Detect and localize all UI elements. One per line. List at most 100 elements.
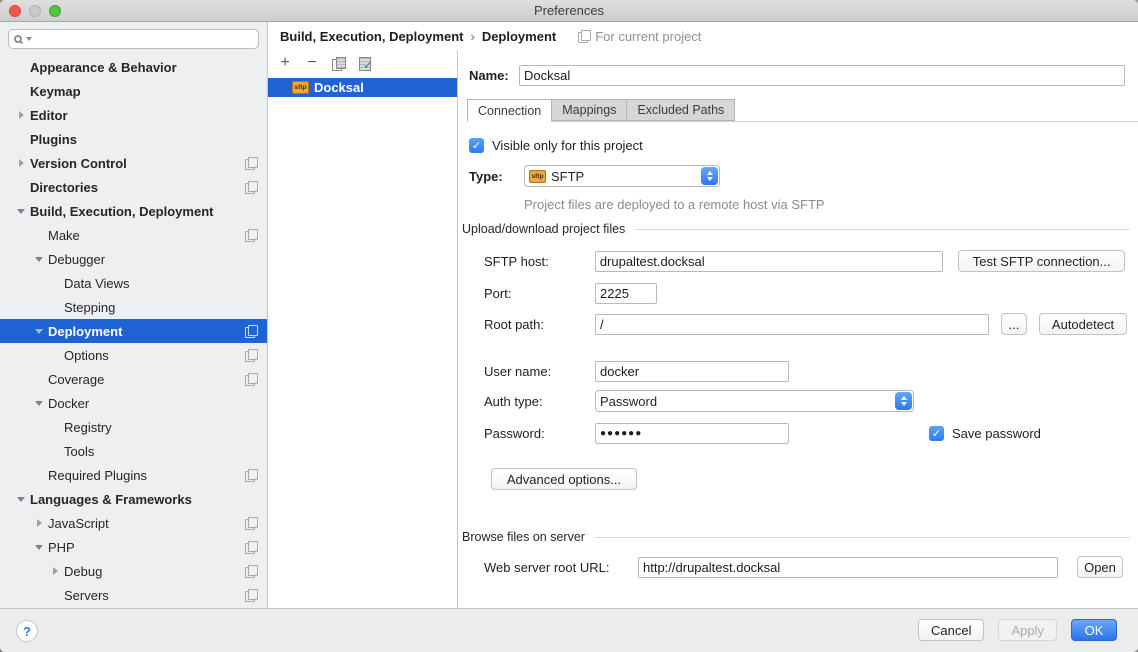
chevron-right-icon[interactable] [12,103,30,127]
tab-excluded-paths[interactable]: Excluded Paths [627,99,735,121]
chevron-down-icon[interactable] [12,487,30,511]
chevron-down-icon[interactable] [30,247,48,271]
section-divider [594,537,1130,538]
title-bar: Preferences [0,0,1138,22]
tab-connection[interactable]: Connection [467,99,552,122]
settings-sidebar: Appearance & Behavior Keymap Editor Plug… [0,22,268,608]
breadcrumb-current: Deployment [482,29,556,44]
test-sftp-connection-button[interactable]: Test SFTP connection... [958,250,1125,272]
sftp-server-icon: sftp [292,81,309,94]
window-title: Preferences [534,3,604,18]
password-input[interactable] [595,423,789,444]
sidebar-item-php[interactable]: PHP [0,535,267,559]
per-project-icon [245,469,257,481]
sidebar-item-deployment[interactable]: Deployment [0,319,267,343]
type-select[interactable]: sftp SFTP [524,165,720,187]
sftp-host-input[interactable] [595,251,943,272]
deployment-server-list: + − sftp Docksal [268,50,458,608]
sidebar-item-appearance-behavior[interactable]: Appearance & Behavior [0,55,267,79]
server-name-input[interactable] [519,65,1125,86]
sidebar-item-version-control[interactable]: Version Control [0,151,267,175]
section-divider [634,229,1130,230]
dropdown-stepper-icon[interactable] [895,392,912,410]
type-value: SFTP [551,169,584,184]
autodetect-button[interactable]: Autodetect [1039,313,1127,335]
sidebar-item-build-execution-deployment[interactable]: Build, Execution, Deployment [0,199,267,223]
sidebar-item-make[interactable]: Make [0,223,267,247]
chevron-down-icon[interactable] [12,199,30,223]
per-project-icon [245,349,257,361]
remove-server-icon[interactable]: − [305,56,319,70]
help-button[interactable]: ? [16,620,38,642]
sidebar-item-stepping[interactable]: Stepping [0,295,267,319]
auth-type-label: Auth type: [484,394,595,409]
root-path-label: Root path: [484,317,595,332]
sidebar-item-javascript[interactable]: JavaScript [0,511,267,535]
type-hint: Project files are deployed to a remote h… [524,196,825,212]
sftp-type-icon: sftp [529,170,546,183]
sidebar-item-servers[interactable]: Servers [0,583,267,607]
use-as-default-icon[interactable] [358,56,372,70]
sidebar-item-directories[interactable]: Directories [0,175,267,199]
search-input[interactable] [34,31,258,47]
chevron-right-icon[interactable] [46,559,64,583]
root-path-input[interactable] [595,314,989,335]
save-password-label: Save password [952,426,1041,441]
search-options-caret-icon[interactable] [26,37,32,41]
sidebar-item-options[interactable]: Options [0,343,267,367]
minimize-window-icon[interactable] [29,5,41,17]
browse-section: Browse files on server [462,529,1130,545]
per-project-icon [245,541,257,553]
sidebar-item-editor[interactable]: Editor [0,103,267,127]
breadcrumb-separator: › [470,29,474,44]
user-name-input[interactable] [595,361,789,382]
cancel-button[interactable]: Cancel [918,619,984,641]
browse-root-path-button[interactable]: ... [1001,313,1027,335]
chevron-down-icon[interactable] [30,319,48,343]
open-button[interactable]: Open [1077,556,1123,578]
sidebar-item-data-views[interactable]: Data Views [0,271,267,295]
settings-search-box[interactable] [8,29,259,49]
per-project-icon [245,229,257,241]
password-label: Password: [484,426,595,441]
settings-tree: Appearance & Behavior Keymap Editor Plug… [0,55,267,607]
save-password-checkbox[interactable]: ✓ [929,426,944,441]
scope-label: For current project [595,29,701,44]
server-list-item-docksal[interactable]: sftp Docksal [268,78,457,97]
sidebar-item-registry[interactable]: Registry [0,415,267,439]
tab-mappings[interactable]: Mappings [552,99,627,121]
advanced-options-button[interactable]: Advanced options... [491,468,637,490]
sidebar-item-coverage[interactable]: Coverage [0,367,267,391]
sidebar-item-debugger[interactable]: Debugger [0,247,267,271]
sidebar-item-plugins[interactable]: Plugins [0,127,267,151]
port-label: Port: [484,286,595,301]
apply-button[interactable]: Apply [998,619,1057,641]
port-input[interactable] [595,283,657,304]
visible-only-checkbox[interactable]: ✓ [469,138,484,153]
breadcrumb-parent: Build, Execution, Deployment [280,29,463,44]
footer-buttons: Cancel Apply OK [918,619,1117,641]
copy-server-icon[interactable] [332,57,345,70]
server-name: Docksal [314,80,364,95]
sidebar-item-keymap[interactable]: Keymap [0,79,267,103]
add-server-icon[interactable]: + [278,56,292,70]
settings-header: Build, Execution, Deployment › Deploymen… [268,22,1138,50]
ok-button[interactable]: OK [1071,619,1117,641]
chevron-right-icon[interactable] [30,511,48,535]
search-icon[interactable] [14,35,22,43]
sidebar-item-docker[interactable]: Docker [0,391,267,415]
browse-section-label: Browse files on server [462,530,585,544]
web-root-input[interactable] [638,557,1058,578]
sidebar-item-tools[interactable]: Tools [0,439,267,463]
sidebar-item-debug[interactable]: Debug [0,559,267,583]
zoom-window-icon[interactable] [49,5,61,17]
deployment-config-panel: Name: Connection Mappings Excluded Paths… [458,50,1138,608]
close-window-icon[interactable] [9,5,21,17]
chevron-right-icon[interactable] [12,151,30,175]
dropdown-stepper-icon[interactable] [701,167,718,185]
auth-type-select[interactable]: Password [595,390,914,412]
sidebar-item-required-plugins[interactable]: Required Plugins [0,463,267,487]
chevron-down-icon[interactable] [30,391,48,415]
chevron-down-icon[interactable] [30,535,48,559]
sidebar-item-languages-frameworks[interactable]: Languages & Frameworks [0,487,267,511]
